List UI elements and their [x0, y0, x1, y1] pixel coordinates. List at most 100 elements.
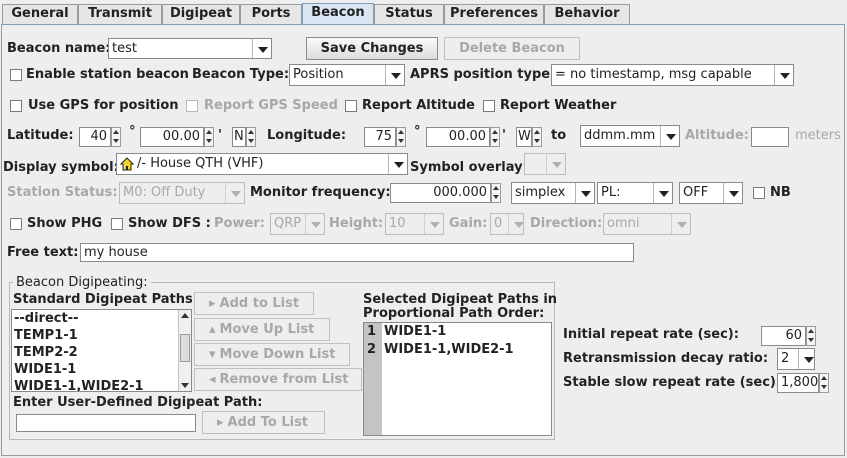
tab-digipeat[interactable]: Digipeat [162, 4, 240, 24]
latitude-degrees-input[interactable]: 40 [79, 127, 111, 147]
report-weather-checkbox[interactable] [483, 100, 495, 112]
chevron-down-icon[interactable] [798, 349, 814, 369]
list-item[interactable]: WIDE1-1,WIDE2-1 [12, 378, 191, 391]
longitude-degrees-spinner[interactable] [396, 127, 406, 147]
house-icon [120, 157, 134, 171]
latitude-minute-symbol: ' [218, 128, 222, 143]
initial-repeat-spinner[interactable] [806, 326, 816, 346]
gain-select[interactable]: 0 [490, 213, 524, 235]
chevron-down-icon[interactable] [508, 214, 523, 234]
move-down-list-button[interactable]: ▾ Move Down List [194, 343, 350, 366]
longitude-hemisphere-input[interactable]: W [516, 127, 532, 147]
standard-paths-list[interactable]: --direct-- TEMP1-1 TEMP2-2 WIDE1-1 WIDE1… [11, 309, 192, 392]
height-select[interactable]: 10 [385, 213, 444, 235]
nb-checkbox[interactable] [753, 187, 765, 199]
monitor-frequency-input[interactable]: 000.000 [390, 183, 491, 203]
selected-paths-list[interactable]: 1 WIDE1-1 2 WIDE1-1,WIDE2-1 [363, 322, 552, 436]
chevron-down-icon[interactable] [653, 183, 672, 203]
slow-repeat-input[interactable]: 1,800 [777, 373, 819, 393]
beacon-type-select[interactable]: Position [289, 64, 405, 86]
longitude-label: Longitude: [267, 128, 347, 143]
move-up-list-button[interactable]: ▴ Move Up List [194, 318, 330, 341]
list-item[interactable]: TEMP1-1 [12, 327, 191, 344]
decay-ratio-select[interactable]: 2 [777, 348, 815, 370]
report-weather-label: Report Weather [500, 98, 617, 113]
show-dfs-checkbox[interactable] [111, 218, 123, 230]
longitude-degrees-input[interactable]: 75 [364, 127, 396, 147]
tab-general[interactable]: General [2, 4, 78, 24]
chevron-down-icon[interactable] [660, 126, 679, 146]
chevron-down-icon[interactable] [723, 183, 742, 203]
list-item[interactable]: --direct-- [12, 310, 191, 327]
latitude-minutes-input[interactable]: 00.00 [140, 127, 204, 147]
nb-label: NB [770, 185, 791, 200]
chevron-down-icon[interactable] [575, 183, 594, 203]
coordinate-format-value: ddmm.mm [584, 128, 656, 143]
slow-repeat-label: Stable slow repeat rate (sec): [563, 375, 782, 390]
latitude-degrees-spinner[interactable] [111, 127, 121, 147]
longitude-hemisphere-spinner[interactable] [532, 127, 542, 147]
latitude-hemisphere-spinner[interactable] [246, 127, 256, 147]
slow-repeat-spinner[interactable] [819, 373, 829, 393]
monitor-frequency-spinner[interactable] [491, 183, 501, 203]
show-phg-checkbox[interactable] [10, 218, 22, 230]
tab-transmit[interactable]: Transmit [78, 4, 162, 24]
beacon-name-combo[interactable]: test [108, 38, 272, 59]
free-text-input[interactable]: my house [80, 243, 634, 262]
chevron-down-icon[interactable] [671, 214, 690, 234]
add-to-list-button[interactable]: ▸ Add to List [194, 292, 314, 315]
tab-status[interactable]: Status [374, 4, 444, 24]
standard-paths-label: Standard Digipeat Paths: [13, 292, 198, 307]
list-item[interactable]: WIDE1-1 [12, 361, 191, 378]
longitude-minutes-input[interactable]: 00.00 [426, 127, 490, 147]
enable-beacon-checkbox[interactable] [10, 69, 22, 81]
add-to-list-label: Add to List [219, 296, 300, 311]
initial-repeat-input[interactable]: 60 [761, 326, 806, 346]
scrollbar[interactable] [178, 310, 191, 391]
symbol-overlay-select[interactable] [524, 153, 566, 175]
aprs-type-select[interactable]: = no timestamp, msg capable [551, 64, 794, 86]
chevron-down-icon[interactable] [774, 65, 793, 85]
duplex-mode-select[interactable]: simplex [511, 182, 595, 204]
chevron-down-icon[interactable] [424, 214, 443, 234]
chevron-down-icon[interactable] [385, 65, 404, 85]
height-label: Height: [329, 216, 384, 231]
delete-beacon-button[interactable]: Delete Beacon [444, 37, 580, 60]
power-value: QRP [274, 216, 302, 231]
tab-preferences[interactable]: Preferences [444, 4, 544, 24]
arrow-up-icon[interactable] [181, 313, 189, 318]
chevron-down-icon[interactable] [546, 154, 565, 174]
gps-speed-checkbox[interactable] [186, 100, 198, 112]
power-select[interactable]: QRP [270, 213, 325, 235]
station-status-select[interactable]: M0: Off Duty [119, 182, 245, 204]
report-altitude-checkbox[interactable] [345, 100, 357, 112]
selected-path-item[interactable]: WIDE1-1 [384, 324, 446, 339]
list-item[interactable]: TEMP2-2 [12, 344, 191, 361]
display-symbol-select[interactable]: /- House QTH (VHF) [116, 153, 408, 175]
aprs-type-label: APRS position type: [410, 67, 556, 82]
chevron-down-icon[interactable] [225, 183, 244, 203]
scrollbar-thumb[interactable] [180, 334, 190, 362]
direction-select[interactable]: omni [603, 213, 691, 235]
arrow-left-icon: ◂ [209, 372, 216, 387]
chevron-down-icon[interactable] [388, 154, 407, 174]
user-path-input[interactable] [16, 414, 196, 432]
latitude-minutes-spinner[interactable] [204, 127, 214, 147]
latitude-hemisphere-input[interactable]: N [232, 127, 246, 147]
altitude-input[interactable] [751, 127, 789, 147]
coordinate-format-select[interactable]: ddmm.mm [580, 125, 680, 147]
longitude-minutes-spinner[interactable] [490, 127, 500, 147]
chevron-down-icon[interactable] [305, 214, 324, 234]
arrow-down-icon[interactable] [181, 383, 189, 388]
tab-beacon[interactable]: Beacon [302, 3, 374, 25]
remove-from-list-button[interactable]: ◂ Remove from List [194, 368, 362, 391]
selected-path-item[interactable]: WIDE1-1,WIDE2-1 [384, 342, 514, 357]
tab-ports[interactable]: Ports [240, 4, 302, 24]
use-gps-checkbox[interactable] [10, 100, 22, 112]
save-changes-button[interactable]: Save Changes [306, 37, 438, 60]
tone-mode-select[interactable]: OFF [679, 182, 743, 204]
tab-behavior[interactable]: Behavior [544, 4, 630, 24]
chevron-down-icon[interactable] [252, 39, 271, 58]
add-user-path-button[interactable]: ▸ Add To List [202, 411, 325, 434]
pl-tone-select[interactable]: PL: [597, 182, 673, 204]
